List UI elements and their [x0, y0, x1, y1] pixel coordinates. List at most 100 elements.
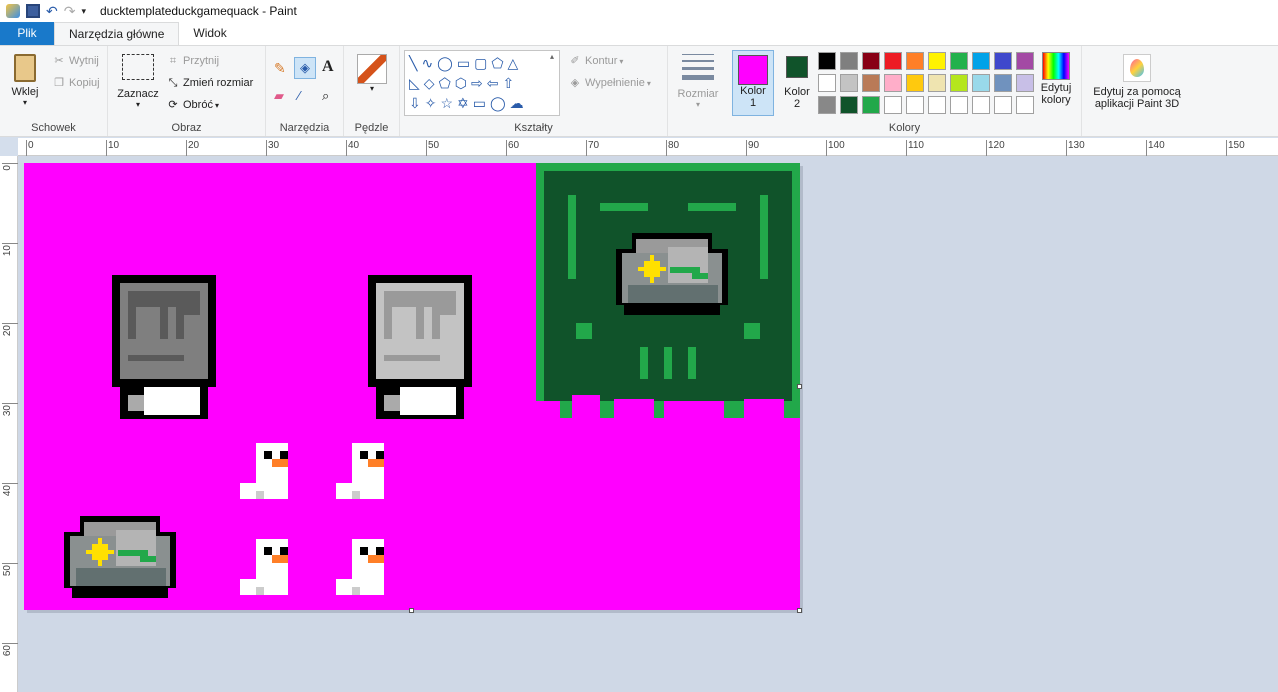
- shapes-gallery[interactable]: ╲∿◯▭▢⬠△ ◺◇⬠⬡⇨⇦⇧ ⇩✧☆✡▭◯☁: [404, 50, 560, 116]
- palette-swatch[interactable]: [862, 74, 880, 92]
- palette-swatch[interactable]: [950, 52, 968, 70]
- outline-button[interactable]: ✐ Kontur ▾: [568, 54, 623, 68]
- duck-eye: [280, 547, 288, 555]
- star4-shape-icon[interactable]: ✧: [425, 95, 441, 111]
- arrow-right-shape-icon[interactable]: ⇨: [471, 75, 487, 91]
- palette-swatch[interactable]: [862, 96, 880, 114]
- eraser-icon[interactable]: ▰: [274, 88, 284, 104]
- polygon-shape-icon[interactable]: ⬠: [491, 55, 507, 71]
- palette-swatch[interactable]: [818, 74, 836, 92]
- palette-swatch[interactable]: [928, 74, 946, 92]
- pentagon-shape-icon[interactable]: ⬠: [439, 75, 455, 91]
- palette-swatch[interactable]: [994, 52, 1012, 70]
- select-button[interactable]: Zaznacz ▾: [116, 54, 160, 109]
- pencil-icon[interactable]: ✎: [274, 60, 286, 77]
- outline-label: Kontur: [585, 55, 618, 67]
- palette-swatch[interactable]: [972, 74, 990, 92]
- paste-button[interactable]: Wklej ▾: [6, 54, 44, 107]
- palette-swatch[interactable]: [884, 74, 902, 92]
- callout-cloud-shape-icon[interactable]: ☁: [510, 95, 528, 111]
- palette-swatch[interactable]: [994, 96, 1012, 114]
- ruler-tick: [26, 140, 27, 156]
- palette-swatch[interactable]: [862, 52, 880, 70]
- palette-swatch[interactable]: [906, 52, 924, 70]
- banner-stripe: [664, 347, 672, 379]
- group-image: Zaznacz ▾ ⌗ Przytnij ⤡ Zmień rozmiar ⟳ Obró…: [108, 46, 266, 136]
- palette-swatch[interactable]: [928, 52, 946, 70]
- palette-swatch[interactable]: [840, 96, 858, 114]
- palette-swatch[interactable]: [840, 52, 858, 70]
- palette-swatch[interactable]: [840, 74, 858, 92]
- color2-button[interactable]: Kolor 2: [778, 50, 816, 110]
- crop-button[interactable]: ⌗ Przytnij: [166, 54, 219, 68]
- palette-swatch[interactable]: [972, 52, 990, 70]
- palette-swatch[interactable]: [950, 74, 968, 92]
- rotate-button[interactable]: ⟳ Obróć ▾: [166, 98, 219, 112]
- triangle-shape-icon[interactable]: △: [507, 55, 522, 71]
- ruler-tick-label: 20: [188, 140, 200, 151]
- text-icon[interactable]: A: [322, 58, 334, 76]
- crop-label: Przytnij: [183, 55, 220, 67]
- hexagon-shape-icon[interactable]: ⬡: [455, 75, 471, 91]
- arrow-left-shape-icon[interactable]: ⇦: [487, 75, 503, 91]
- star6-shape-icon[interactable]: ✡: [457, 95, 473, 111]
- palette-swatch[interactable]: [884, 96, 902, 114]
- curve-shape-icon[interactable]: ∿: [421, 55, 437, 71]
- arrow-down-shape-icon[interactable]: ⇩: [409, 95, 425, 111]
- duck-eye: [280, 451, 288, 459]
- ruler-tick-label: 0: [28, 140, 34, 151]
- fill-bucket-icon[interactable]: ◈: [294, 57, 316, 79]
- copy-button[interactable]: ❐ Kopiuj: [52, 76, 100, 90]
- arrow-up-shape-icon[interactable]: ⇧: [502, 75, 518, 91]
- palette-swatch[interactable]: [1016, 52, 1034, 70]
- tab-file[interactable]: Plik: [0, 22, 54, 45]
- edit-colors-button[interactable]: Edytuj kolory: [1034, 52, 1078, 106]
- duck-eye: [376, 547, 384, 555]
- ribbon: Wklej ▾ ✂ Wytnij ❐ Kopiuj Schowek Zaznacz …: [0, 45, 1278, 137]
- rounded-rect-shape-icon[interactable]: ▢: [474, 55, 491, 71]
- brushes-button[interactable]: ▾: [354, 54, 390, 93]
- paint3d-button[interactable]: Edytuj za pomocą aplikacji Paint 3D: [1086, 54, 1188, 110]
- right-triangle-shape-icon[interactable]: ◺: [409, 75, 424, 91]
- duck-beak: [272, 459, 288, 467]
- resize-handle-corner[interactable]: [797, 608, 802, 613]
- palette-swatch[interactable]: [906, 74, 924, 92]
- tab-view[interactable]: Widok: [179, 22, 240, 45]
- star5-shape-icon[interactable]: ☆: [440, 95, 457, 111]
- paint3d-label: Edytuj za pomocą aplikacji Paint 3D: [1093, 86, 1181, 110]
- magnifier-icon[interactable]: ⌕: [322, 88, 329, 104]
- callout-rect-shape-icon[interactable]: ▭: [473, 95, 490, 111]
- color1-button[interactable]: Kolor 1: [732, 50, 774, 116]
- resize-button[interactable]: ⤡ Zmień rozmiar: [166, 76, 254, 90]
- palette-swatch[interactable]: [884, 52, 902, 70]
- resize-icon: ⤡: [168, 77, 178, 89]
- color-picker-icon[interactable]: ⁄: [298, 88, 300, 103]
- palette-swatch[interactable]: [906, 96, 924, 114]
- rectangle-shape-icon[interactable]: ▭: [457, 55, 474, 71]
- diamond-shape-icon[interactable]: ◇: [424, 75, 439, 91]
- line-shape-icon[interactable]: ╲: [409, 55, 421, 71]
- tab-home[interactable]: Narzędzia główne: [54, 22, 180, 45]
- palette-swatch[interactable]: [818, 52, 836, 70]
- resize-handle-bottom[interactable]: [409, 608, 414, 613]
- shapes-scroll-icon[interactable]: ▴: [550, 52, 554, 61]
- drawing-canvas[interactable]: [24, 163, 800, 610]
- cut-button[interactable]: ✂ Wytnij: [52, 54, 98, 68]
- palette-swatch[interactable]: [928, 96, 946, 114]
- save-icon[interactable]: [26, 4, 40, 18]
- fill-button[interactable]: ◈ Wypełnienie ▾: [568, 76, 651, 90]
- palette-swatch[interactable]: [1016, 74, 1034, 92]
- palette-swatch[interactable]: [1016, 96, 1034, 114]
- palette-swatch[interactable]: [972, 96, 990, 114]
- callout-oval-shape-icon[interactable]: ◯: [490, 95, 510, 111]
- redo-icon[interactable]: ↷: [64, 3, 76, 20]
- customize-toolbar-icon[interactable]: ▾: [81, 6, 86, 17]
- palette-swatch[interactable]: [818, 96, 836, 114]
- palette-swatch[interactable]: [994, 74, 1012, 92]
- undo-icon[interactable]: ↶: [46, 3, 58, 20]
- oval-shape-icon[interactable]: ◯: [437, 55, 457, 71]
- palette-swatch[interactable]: [950, 96, 968, 114]
- resize-handle-right[interactable]: [797, 384, 802, 389]
- size-button[interactable]: Rozmiar ▾: [672, 54, 724, 109]
- duck-eye: [360, 547, 368, 555]
